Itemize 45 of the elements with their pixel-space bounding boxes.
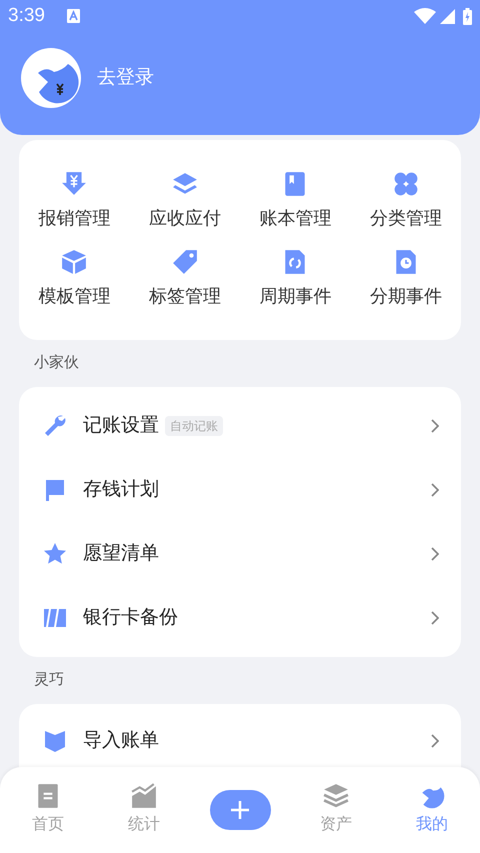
download-yen-icon (61, 170, 88, 196)
list-row[interactable]: 导入账单 (19, 714, 461, 768)
chevron-right-icon (431, 734, 439, 748)
list-row[interactable]: 存钱计划 (19, 458, 461, 522)
chevron-right-icon (431, 483, 439, 497)
tool-label[interactable]: 账本管理 (259, 204, 332, 232)
signal-icon (440, 8, 455, 24)
list-row[interactable]: 银行卡备份 (19, 586, 461, 650)
chart-icon (131, 783, 157, 809)
tool-label[interactable]: 报销管理 (38, 204, 110, 232)
list-row[interactable]: 愿望清单 (19, 522, 461, 586)
plus-icon (230, 800, 250, 820)
chevron-right-icon (431, 547, 439, 561)
list-row[interactable]: 记账设置 自动记账 (19, 394, 461, 458)
stack-icon (323, 783, 349, 809)
section-title: 灵巧 (34, 670, 64, 690)
card-stripes-icon (43, 606, 67, 630)
row-label: 导入账单 (83, 728, 159, 753)
wrench-icon (43, 414, 67, 438)
layers-icon (172, 170, 198, 196)
section-title: 小家伙 (34, 353, 79, 374)
row-label: 存钱计划 (83, 478, 159, 502)
tool-label[interactable]: 分期事件 (370, 282, 442, 310)
four-leaf-icon (392, 170, 419, 196)
row-label: 银行卡备份 (83, 606, 178, 630)
add-button[interactable] (210, 790, 270, 830)
tool-label[interactable]: 周期事件 (259, 282, 332, 310)
wifi-icon (414, 8, 436, 24)
row-label: 愿望清单 (83, 542, 159, 566)
cube-icon (61, 248, 88, 274)
tag-icon (172, 248, 198, 274)
tool-label[interactable]: 标签管理 (148, 282, 221, 310)
avatar-icon (21, 48, 81, 108)
flag-icon (43, 478, 67, 502)
keyboard-icon (66, 9, 80, 23)
status-time: 3:39 (8, 4, 45, 28)
tool-label[interactable]: 分类管理 (370, 204, 442, 232)
battery-icon (463, 8, 472, 24)
chevron-right-icon (431, 419, 439, 433)
tool-label[interactable]: 应收应付 (148, 204, 221, 232)
star-icon (43, 542, 67, 566)
chevron-right-icon (431, 611, 439, 625)
row-label: 记账设置 (83, 414, 159, 438)
tool-label[interactable]: 模板管理 (38, 282, 110, 310)
tag-label: 自动记账 (165, 416, 223, 436)
